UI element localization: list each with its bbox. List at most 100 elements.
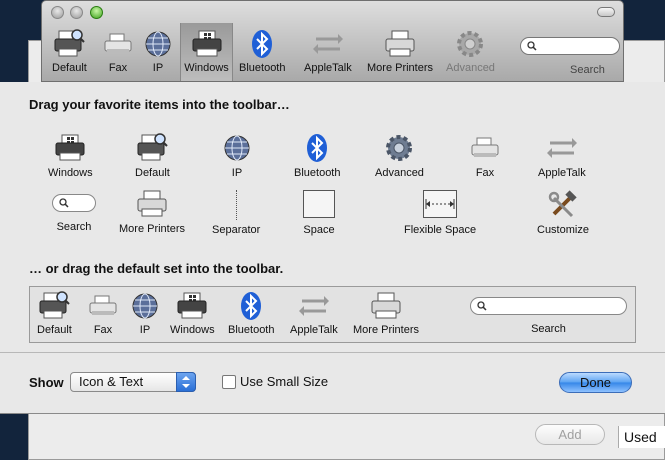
use-small-size-checkbox[interactable] [222,375,236,389]
printer-icon [370,291,402,321]
palette-item-label: Flexible Space [404,224,477,236]
default-set-item-appletalk: AppleTalk [290,291,338,336]
used-column-header: Used [618,426,665,448]
toolbar-item-label: Default [52,62,87,74]
palette-item-customize[interactable]: Customize [537,190,589,236]
palette-item-space[interactable]: Space [303,190,335,236]
palette-item-advanced[interactable]: Advanced [375,133,424,179]
search-icon [527,41,537,54]
space-icon [303,190,335,218]
toolbar-item-windows[interactable]: Windows [180,23,233,81]
toolbar-item-label: More Printers [367,62,434,74]
palette-item-bluetooth[interactable]: Bluetooth [294,133,340,179]
palette-item-label: Advanced [375,167,424,179]
show-label: Show [29,375,64,390]
windows-printer-icon [54,133,86,163]
toolbar-item-more-printers[interactable]: More Printers [367,29,433,74]
default-set-item-ip: IP [130,291,160,336]
palette-item-label: Separator [212,224,261,236]
toolbar-item-appletalk[interactable]: AppleTalk [304,29,352,74]
palette-item-flexible-space[interactable]: Flexible Space [404,190,476,236]
default-set-item-label: Windows [170,324,215,336]
toolbar-item-label: AppleTalk [304,62,352,74]
customize-toolbar-sheet: Drag your favorite items into the toolba… [0,82,665,414]
palette-item-label: Bluetooth [294,167,341,179]
show-select[interactable]: Icon & Text [70,372,196,392]
show-select-value: Icon & Text [79,374,144,389]
toolbar-toggle-button[interactable] [597,7,615,17]
palette-item-ip[interactable]: IP [222,133,252,179]
toolbar-item-label: Bluetooth [239,62,286,74]
palette-item-search[interactable]: Search [52,194,96,233]
gear-icon [383,133,415,163]
zoom-window-button[interactable] [90,6,103,19]
default-toolbar-set[interactable]: Default Fax IP Windows Bluetooth AppleTa… [29,286,636,343]
appletalk-icon [312,29,344,59]
search-icon [477,301,487,314]
globe-icon [143,29,173,59]
default-set-item-label: Bluetooth [228,324,275,336]
toolbar-search-input[interactable] [520,37,620,55]
palette-item-label: IP [231,167,243,179]
palette-item-default[interactable]: Default [135,133,170,179]
bluetooth-icon [302,133,332,163]
palette-item-more-printers[interactable]: More Printers [119,189,185,235]
appletalk-icon [298,291,330,321]
toolbar-item-advanced[interactable]: Advanced [446,29,495,74]
search-icon [59,198,69,211]
fax-icon [469,133,501,163]
toolbar-item-default[interactable]: Default [52,29,87,74]
default-set-item-label: IP [139,324,151,336]
fax-icon [87,291,119,321]
default-set-item-label: Default [37,324,72,336]
default-set-heading: … or drag the default set into the toolb… [29,261,284,276]
default-set-item-windows: Windows [170,291,215,336]
palette-item-label: Customize [537,224,589,236]
windows-printer-icon [191,29,223,59]
printer-magnifier-icon [136,133,169,163]
toolbar-item-fax[interactable]: Fax [102,29,134,74]
default-set-item-search: Search [470,297,627,335]
close-window-button[interactable] [51,6,64,19]
windows-printer-icon [176,291,208,321]
drag-items-heading: Drag your favorite items into the toolba… [29,97,290,112]
globe-icon [222,133,252,163]
use-small-size-label[interactable]: Use Small Size [240,374,328,389]
palette-item-label: Search [56,221,92,233]
default-set-item-more-printers: More Printers [353,291,419,336]
toolbar-search-label: Search [570,64,605,76]
default-set-item-label: Fax [93,324,113,336]
printer-magnifier-icon [38,291,71,321]
printer-preferences-window: Default Fax IP Windows Bluetooth AppleTa… [41,0,624,82]
palette-item-separator[interactable]: Separator [212,190,260,236]
search-field-icon [470,297,627,315]
palette-item-fax[interactable]: Fax [469,133,501,179]
default-set-item-bluetooth: Bluetooth [228,291,274,336]
toolbar-item-ip[interactable]: IP [143,29,173,74]
bluetooth-icon [236,291,266,321]
palette-item-windows[interactable]: Windows [48,133,93,179]
default-set-item-fax: Fax [87,291,119,336]
add-button[interactable]: Add [535,424,605,445]
toolbar-item-label: IP [152,62,164,74]
toolbar-item-label: Advanced [446,62,495,74]
default-set-item-default: Default [37,291,72,336]
palette-item-label: Fax [475,167,495,179]
minimize-window-button[interactable] [70,6,83,19]
palette-item-label: Space [303,224,335,236]
gear-icon [454,29,486,59]
done-button[interactable]: Done [559,372,632,393]
search-field-icon [52,194,96,212]
palette-item-label: More Printers [119,223,186,235]
bluetooth-icon [247,29,277,59]
printer-magnifier-icon [53,29,86,59]
globe-icon [130,291,160,321]
palette-item-label: Default [135,167,170,179]
toolbar-item-label: Fax [108,62,128,74]
default-set-item-label: More Printers [353,324,420,336]
palette-item-appletalk[interactable]: AppleTalk [538,133,586,179]
flexible-space-icon [423,190,458,218]
printer-icon [136,189,168,219]
palette-item-label: Windows [48,167,93,179]
toolbar-item-bluetooth[interactable]: Bluetooth [239,29,285,74]
